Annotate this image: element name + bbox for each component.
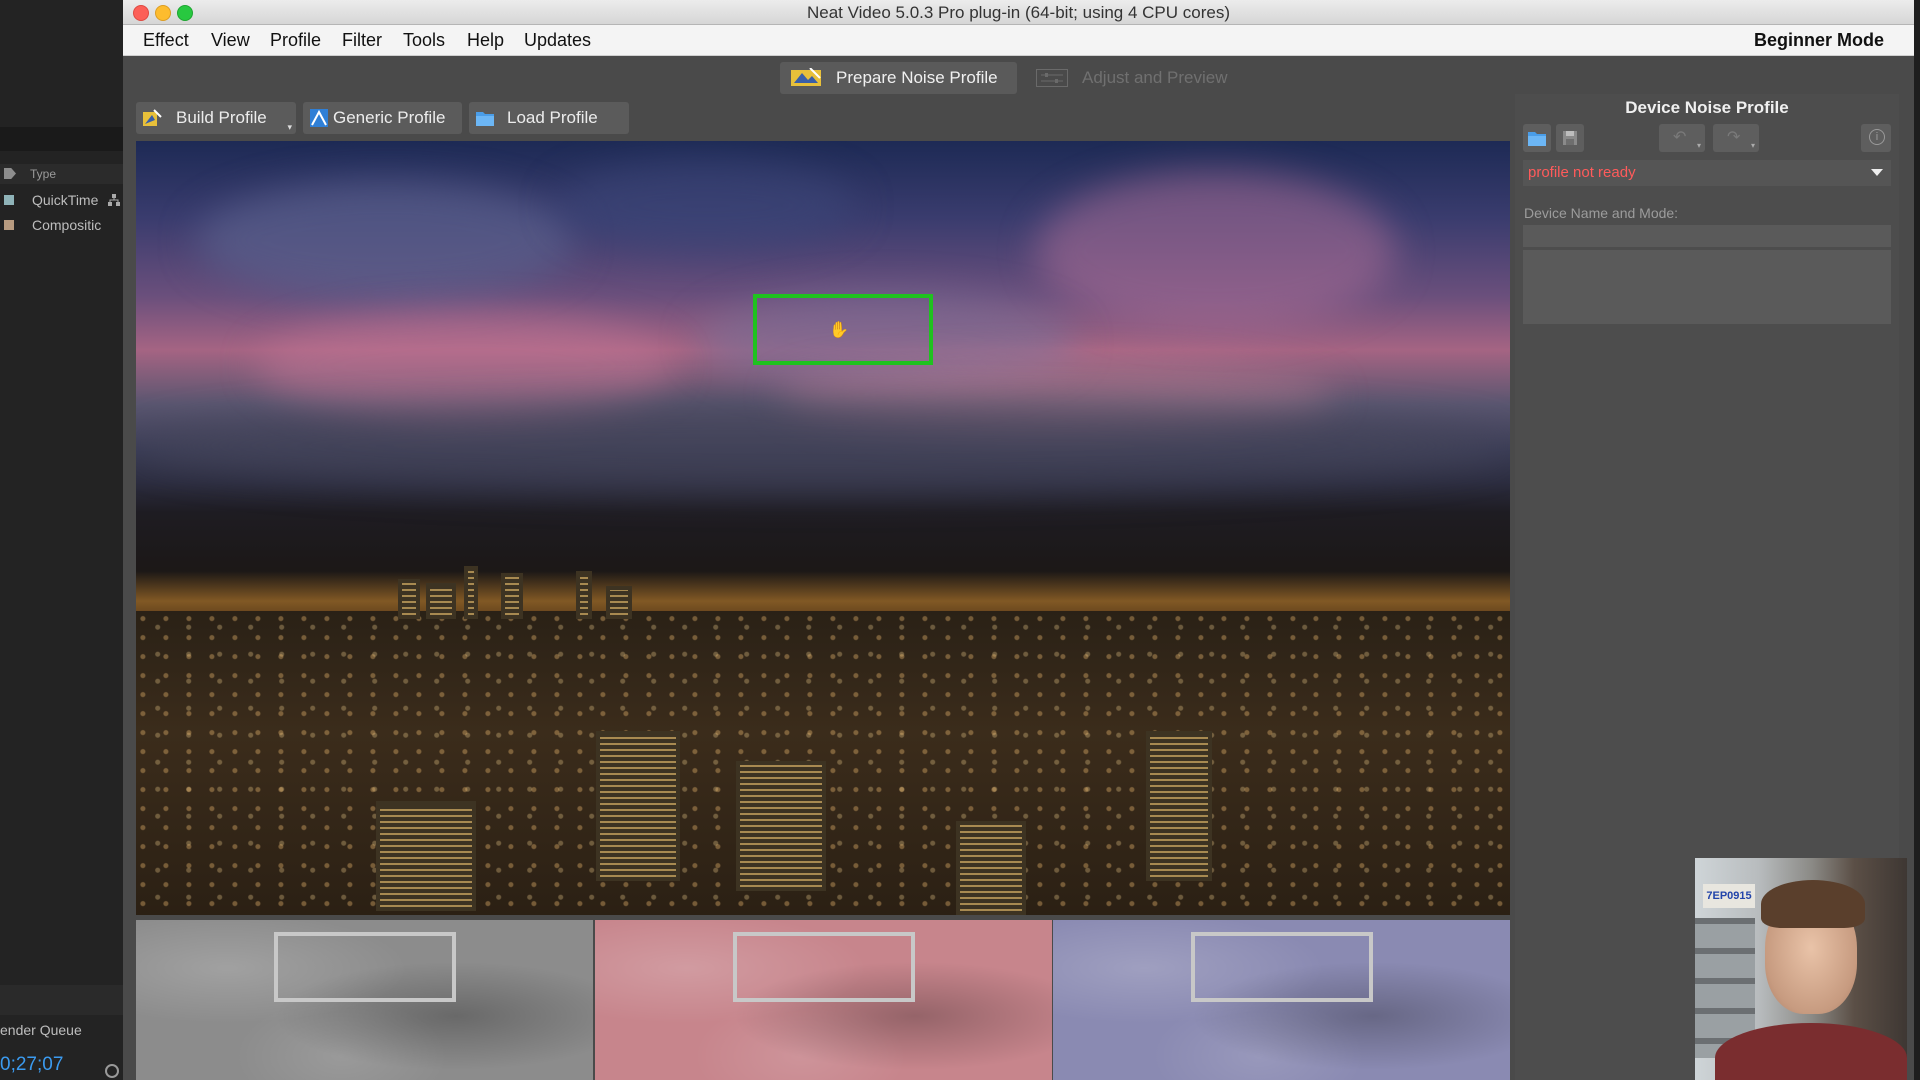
host-app-panel: Type QuickTime Compositic <box>0 0 123 1080</box>
dropdown-arrow-icon: ▾ <box>1750 141 1755 150</box>
host-item-label: Compositic <box>32 217 102 233</box>
tab-adjust-and-preview[interactable]: Adjust and Preview <box>1030 62 1258 94</box>
save-icon <box>1563 131 1577 145</box>
menu-filter[interactable]: Filter <box>342 30 382 51</box>
luma-noise-preview[interactable] <box>136 920 593 1080</box>
host-item-composition[interactable]: Compositic <box>0 213 123 237</box>
blue-channel-noise-preview[interactable] <box>1053 920 1510 1080</box>
red-channel-noise-preview[interactable] <box>595 920 1052 1080</box>
host-column-type-label: Type <box>30 167 57 181</box>
plugin-window: Neat Video 5.0.3 Pro plug-in (64-bit; us… <box>123 0 1914 1080</box>
load-profile-label: Load Profile <box>507 108 598 127</box>
device-mode-field[interactable] <box>1523 250 1891 324</box>
license-plate-sign: 7EP0915 <box>1703 884 1755 908</box>
redo-icon: ↷ <box>1727 129 1741 146</box>
menu-help[interactable]: Help <box>467 30 504 51</box>
prepare-profile-icon <box>791 68 821 86</box>
menu-tools[interactable]: Tools <box>403 30 445 51</box>
profile-status-text: profile not ready <box>1528 164 1636 181</box>
hand-cursor-icon: ✋ <box>829 322 849 339</box>
mode-indicator[interactable]: Beginner Mode <box>1754 30 1884 51</box>
timecode-display[interactable]: 0;27;07 <box>0 1054 63 1076</box>
host-column-header[interactable]: Type <box>0 164 123 184</box>
panel-title: Device Noise Profile <box>1625 98 1789 117</box>
host-item-label: QuickTime <box>32 192 99 208</box>
render-queue-tab[interactable]: ender Queue <box>0 1022 82 1038</box>
title-bar: Neat Video 5.0.3 Pro plug-in (64-bit; us… <box>123 0 1914 25</box>
adjust-sliders-icon <box>1036 69 1068 87</box>
tab-prepare-noise-profile[interactable]: Prepare Noise Profile <box>780 62 1017 94</box>
folder-icon <box>476 112 494 126</box>
host-item-quicktime[interactable]: QuickTime <box>0 188 123 212</box>
info-button[interactable]: i <box>1861 124 1891 152</box>
dropdown-arrow-icon: ▾ <box>1696 141 1701 150</box>
tag-icon <box>4 168 16 179</box>
sample-area-frame <box>1191 932 1373 1002</box>
label-color-swatch <box>4 195 14 205</box>
undo-button[interactable]: ↶ ▾ <box>1659 124 1705 152</box>
build-profile-button[interactable]: Build Profile ▾ <box>136 102 296 134</box>
redo-button[interactable]: ↷ ▾ <box>1713 124 1759 152</box>
search-icon[interactable] <box>105 1064 119 1078</box>
load-profile-button[interactable]: Load Profile <box>469 102 629 134</box>
wand-icon <box>143 109 162 126</box>
network-icon <box>108 194 120 206</box>
folder-icon <box>1528 132 1546 146</box>
tab-label: Adjust and Preview <box>1082 68 1228 87</box>
generic-profile-label: Generic Profile <box>333 108 446 127</box>
generic-profile-button[interactable]: Generic Profile <box>303 102 462 134</box>
window-title: Neat Video 5.0.3 Pro plug-in (64-bit; us… <box>806 3 1231 22</box>
menu-view[interactable]: View <box>211 30 250 51</box>
undo-icon: ↶ <box>1673 129 1687 146</box>
sample-area-frame <box>733 932 915 1002</box>
device-name-field[interactable] <box>1523 225 1891 247</box>
dropdown-arrow-icon: ▾ <box>287 122 292 132</box>
profile-status-select[interactable]: profile not ready <box>1523 160 1891 186</box>
save-profile-button[interactable] <box>1556 124 1584 152</box>
chevron-down-icon <box>1871 169 1883 176</box>
host-panel-band <box>0 127 123 151</box>
menu-bar: Effect View Profile Filter Tools Help Up… <box>123 25 1914 56</box>
sample-area-frame <box>274 932 456 1002</box>
build-profile-label: Build Profile <box>176 108 267 127</box>
generic-profile-icon <box>310 109 328 127</box>
tab-label: Prepare Noise Profile <box>836 68 998 87</box>
host-panel-band <box>0 985 123 1015</box>
webcam-overlay: 7EP0915 <box>1695 858 1907 1080</box>
menu-effect[interactable]: Effect <box>143 30 189 51</box>
open-profile-button[interactable] <box>1523 124 1551 152</box>
main-image-viewer[interactable]: ✋ <box>136 141 1510 915</box>
menu-profile[interactable]: Profile <box>270 30 321 51</box>
menu-updates[interactable]: Updates <box>524 30 591 51</box>
noise-sample-selection[interactable]: ✋ <box>753 294 933 365</box>
label-color-swatch <box>4 220 14 230</box>
info-icon: i <box>1869 129 1885 145</box>
device-name-label: Device Name and Mode: <box>1524 205 1679 221</box>
